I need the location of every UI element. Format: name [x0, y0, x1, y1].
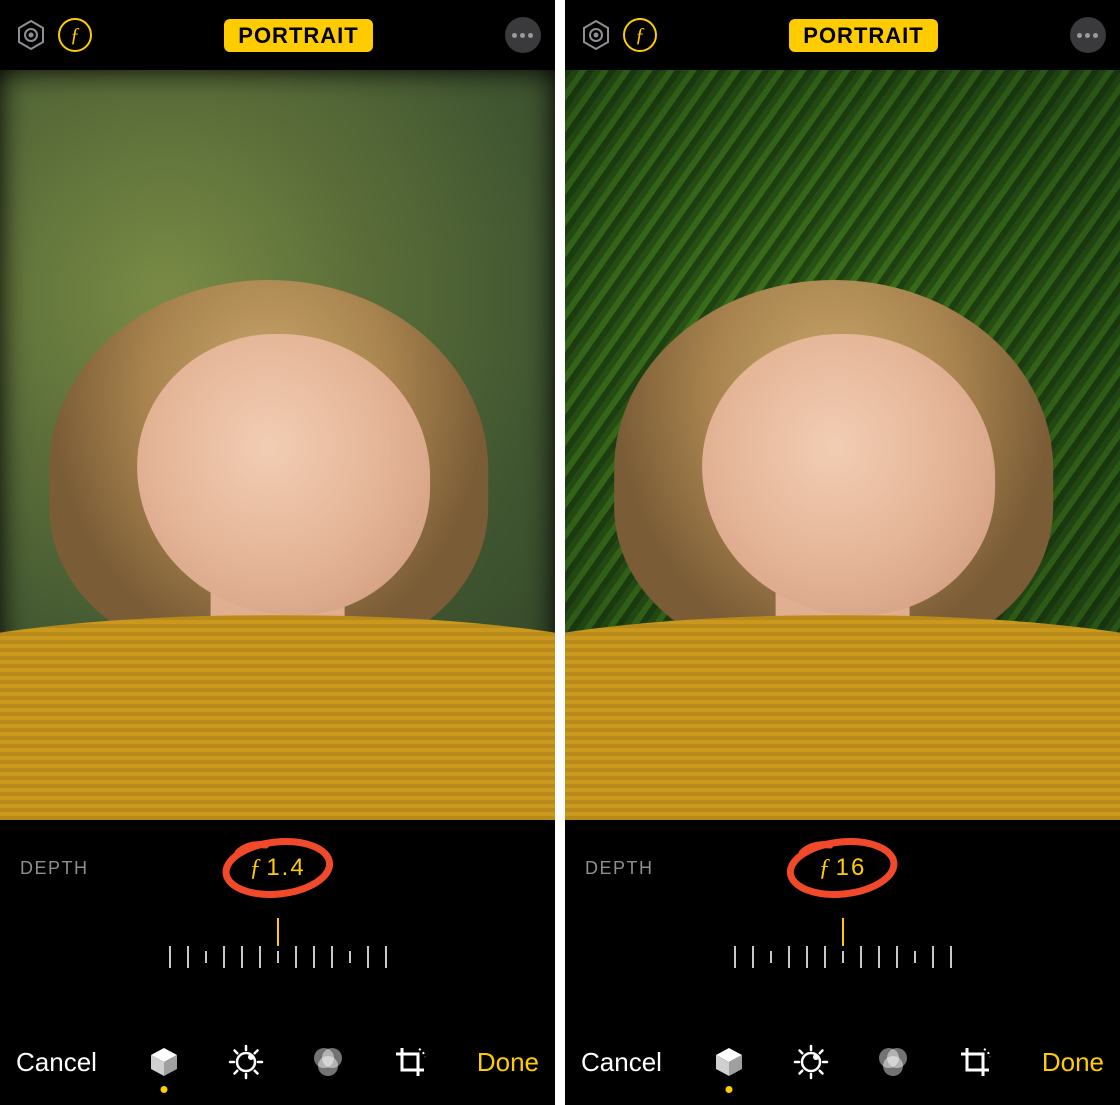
active-indicator-dot — [160, 1086, 167, 1093]
slider-ticks — [169, 946, 387, 968]
portrait-subject — [0, 280, 555, 820]
depth-slider[interactable] — [20, 918, 535, 978]
depth-slider[interactable] — [585, 918, 1100, 978]
done-button[interactable]: Done — [1042, 1047, 1104, 1078]
active-indicator-dot — [725, 1086, 732, 1093]
slider-indicator — [842, 918, 844, 946]
more-icon[interactable] — [505, 17, 541, 53]
adjust-dial-icon[interactable] — [792, 1041, 830, 1083]
depth-label: DEPTH — [585, 858, 654, 879]
photo-preview[interactable] — [565, 70, 1120, 820]
aperture-f-icon[interactable]: ƒ — [623, 18, 657, 52]
crop-rotate-icon[interactable] — [956, 1041, 994, 1083]
cancel-button[interactable]: Cancel — [581, 1047, 662, 1078]
portrait-subject — [565, 280, 1120, 820]
portrait-lighting-icon[interactable] — [579, 18, 613, 52]
lighting-cube-icon[interactable] — [710, 1041, 748, 1083]
phone-right: ƒ PORTRAIT DEPTH ƒ16 — [565, 0, 1120, 1105]
slider-indicator — [277, 918, 279, 946]
filters-circles-icon[interactable] — [309, 1041, 347, 1083]
top-bar: ƒ PORTRAIT — [0, 0, 555, 70]
slider-ticks — [734, 946, 952, 968]
top-bar: ƒ PORTRAIT — [565, 0, 1120, 70]
filters-circles-icon[interactable] — [874, 1041, 912, 1083]
bottom-toolbar: Cancel — [0, 1023, 555, 1105]
lighting-cube-icon[interactable] — [145, 1041, 183, 1083]
mode-badge[interactable]: PORTRAIT — [224, 19, 372, 52]
photo-preview[interactable] — [0, 70, 555, 820]
more-icon[interactable] — [1070, 17, 1106, 53]
crop-rotate-icon[interactable] — [391, 1041, 429, 1083]
edit-controls: DEPTH ƒ16 — [565, 820, 1120, 1023]
cancel-button[interactable]: Cancel — [16, 1047, 97, 1078]
portrait-lighting-icon[interactable] — [14, 18, 48, 52]
done-button[interactable]: Done — [477, 1047, 539, 1078]
depth-label: DEPTH — [20, 858, 89, 879]
adjust-dial-icon[interactable] — [227, 1041, 265, 1083]
aperture-value: ƒ1.4 — [249, 854, 305, 882]
edit-controls: DEPTH ƒ1.4 — [0, 820, 555, 1023]
phone-left: ƒ PORTRAIT DEPTH ƒ1.4 — [0, 0, 555, 1105]
aperture-f-icon[interactable]: ƒ — [58, 18, 92, 52]
aperture-value: ƒ16 — [819, 854, 867, 882]
mode-badge[interactable]: PORTRAIT — [789, 19, 937, 52]
bottom-toolbar: Cancel — [565, 1023, 1120, 1105]
